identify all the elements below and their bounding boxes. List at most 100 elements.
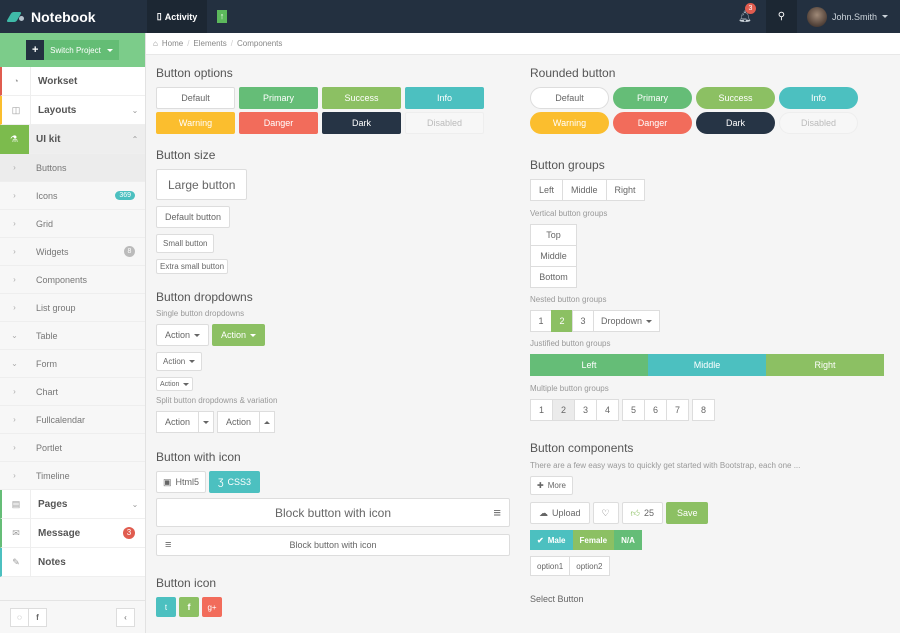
na-toggle[interactable]: N/A — [614, 530, 642, 550]
dark-button[interactable]: Dark — [322, 112, 401, 134]
default-button[interactable]: Default — [156, 87, 235, 109]
justified-right-button[interactable]: Right — [766, 354, 884, 376]
success-rounded-button[interactable]: Success — [696, 87, 775, 109]
block-button-large[interactable]: Block button with icon ≡ — [156, 498, 510, 527]
extra-small-button[interactable]: Extra small button — [156, 259, 229, 274]
warning-button[interactable]: Warning — [156, 112, 235, 134]
chevron-right-icon: › — [13, 275, 16, 284]
page-button[interactable]: 5 — [622, 399, 645, 421]
warning-rounded-button[interactable]: Warning — [530, 112, 609, 134]
sidebar-sub-buttons[interactable]: › Buttons — [0, 154, 145, 182]
search-button[interactable]: ⚲ — [765, 0, 797, 33]
twitter-icon[interactable]: t — [156, 597, 176, 617]
action-dropdown-success-button[interactable]: Action — [212, 324, 266, 346]
nested-button-1[interactable]: 1 — [530, 310, 552, 332]
default-rounded-button[interactable]: Default — [530, 87, 609, 109]
option2-button[interactable]: option2 — [569, 556, 610, 576]
group-top-button[interactable]: Top — [530, 224, 577, 246]
primary-button[interactable]: Primary — [239, 87, 318, 109]
group-right-button[interactable]: Right — [605, 179, 645, 201]
page-button[interactable]: 7 — [666, 399, 689, 421]
sidebar-item-message[interactable]: ✉ Message 3 — [0, 518, 145, 548]
sidebar-item-pages[interactable]: ▤ Pages ⌄ — [0, 489, 145, 519]
info-button[interactable]: Info — [405, 87, 484, 109]
group-middle-button[interactable]: Middle — [562, 179, 607, 201]
sidebar-sub-chart[interactable]: › Chart — [0, 378, 145, 406]
sidebar-label: Workset — [38, 75, 78, 87]
upload-button[interactable]: ☁ Upload — [530, 502, 590, 524]
sidebar-sub-table[interactable]: ⌄ Table — [0, 322, 145, 350]
page-button[interactable]: 3 — [574, 399, 597, 421]
page-button[interactable]: 1 — [530, 399, 553, 421]
sidebar-item-workset[interactable]: ◔ Workset — [0, 66, 145, 96]
user-name: John.Smith — [831, 11, 877, 22]
block-button[interactable]: ≡ Block button with icon — [156, 534, 510, 556]
success-button[interactable]: Success — [322, 87, 401, 109]
sidebar-sub-list-group[interactable]: › List group — [0, 294, 145, 322]
sidebar-label: Layouts — [38, 104, 77, 116]
activity-tab[interactable]: ▯ Activity — [147, 0, 207, 33]
brand[interactable]: Notebook — [0, 0, 147, 33]
sidebar-sub-form[interactable]: ⌄ Form — [0, 350, 145, 378]
split-action-button[interactable]: Action — [217, 411, 261, 433]
breadcrumb-home[interactable]: Home — [162, 39, 183, 48]
breadcrumb-elements[interactable]: Elements — [193, 39, 226, 48]
thumbs-up-button[interactable]: 👍︎ 25 — [621, 502, 663, 524]
sidebar-item-layouts[interactable]: ◫ Layouts ⌄ — [0, 95, 145, 125]
group-left-button[interactable]: Left — [530, 179, 564, 201]
action-dropdown-button[interactable]: Action — [156, 324, 210, 346]
nested-dropdown-button[interactable]: Dropdown — [593, 310, 661, 332]
notifications-button[interactable]: 🔔︎ 3 — [724, 3, 766, 23]
default-size-button[interactable]: Default button — [156, 206, 231, 228]
split-action-button[interactable]: Action — [156, 411, 200, 433]
page-button[interactable]: 4 — [596, 399, 619, 421]
switch-project-button[interactable]: + Switch Project — [26, 40, 119, 60]
male-toggle[interactable]: ✔ Male — [530, 530, 573, 550]
danger-rounded-button[interactable]: Danger — [613, 112, 692, 134]
more-button[interactable]: ✚ More — [530, 476, 573, 495]
facebook-icon[interactable]: f — [179, 597, 199, 617]
nested-button-3[interactable]: 3 — [572, 310, 594, 332]
sidebar-item-ui-kit[interactable]: ⚗ UI kit ⌃ — [0, 124, 145, 154]
group-bottom-button[interactable]: Bottom — [530, 266, 577, 288]
html5-button[interactable]: ▣ Html5 — [156, 471, 207, 493]
action-dropdown-small[interactable]: Action — [156, 352, 203, 371]
split-dropup-toggle[interactable] — [259, 411, 276, 433]
collapse-sidebar-button[interactable]: ‹ — [116, 607, 135, 627]
primary-rounded-button[interactable]: Primary — [613, 87, 692, 109]
save-button[interactable]: Save — [665, 502, 709, 524]
facebook-icon[interactable]: f — [28, 607, 47, 627]
sidebar-sub-components[interactable]: › Components — [0, 266, 145, 294]
sidebar-sub-label: Chart — [36, 386, 59, 397]
page-button-active[interactable]: 2 — [552, 399, 575, 421]
split-dropdown-toggle[interactable] — [198, 411, 215, 433]
columns-icon: ◫ — [2, 95, 31, 125]
female-toggle[interactable]: Female — [572, 530, 615, 550]
sidebar-sub-widgets[interactable]: › Widgets 8 — [0, 238, 145, 266]
group-middle-button[interactable]: Middle — [530, 245, 577, 267]
sidebar-sub-icons[interactable]: › Icons 369 — [0, 182, 145, 210]
justified-left-button[interactable]: Left — [530, 354, 648, 376]
like-button[interactable]: ♡ — [592, 502, 619, 524]
google-plus-icon[interactable]: g+ — [202, 597, 222, 617]
css3-button[interactable]: Ʒ CSS3 — [209, 471, 261, 493]
page-button[interactable]: 8 — [692, 399, 715, 421]
chat-icon[interactable]: ◌ — [10, 607, 29, 627]
action-dropdown-xsmall[interactable]: Action — [156, 377, 194, 391]
user-menu[interactable]: John.Smith — [797, 6, 900, 27]
nested-button-2[interactable]: 2 — [551, 310, 573, 332]
justified-middle-button[interactable]: Middle — [648, 354, 766, 376]
sidebar-sub-grid[interactable]: › Grid — [0, 210, 145, 238]
danger-button[interactable]: Danger — [239, 112, 318, 134]
sidebar-sub-portlet[interactable]: › Portlet — [0, 434, 145, 462]
dark-rounded-button[interactable]: Dark — [696, 112, 775, 134]
sidebar-sub-timeline[interactable]: › Timeline — [0, 462, 145, 490]
info-rounded-button[interactable]: Info — [779, 87, 858, 109]
sidebar-item-notes[interactable]: ✎ Notes — [0, 547, 145, 577]
large-button[interactable]: Large button — [156, 169, 248, 200]
upload-icon[interactable]: ↑ — [217, 10, 227, 23]
sidebar-sub-fullcalendar[interactable]: › Fullcalendar — [0, 406, 145, 434]
small-button[interactable]: Small button — [156, 234, 215, 253]
page-button[interactable]: 6 — [644, 399, 667, 421]
option1-button[interactable]: option1 — [530, 556, 571, 576]
